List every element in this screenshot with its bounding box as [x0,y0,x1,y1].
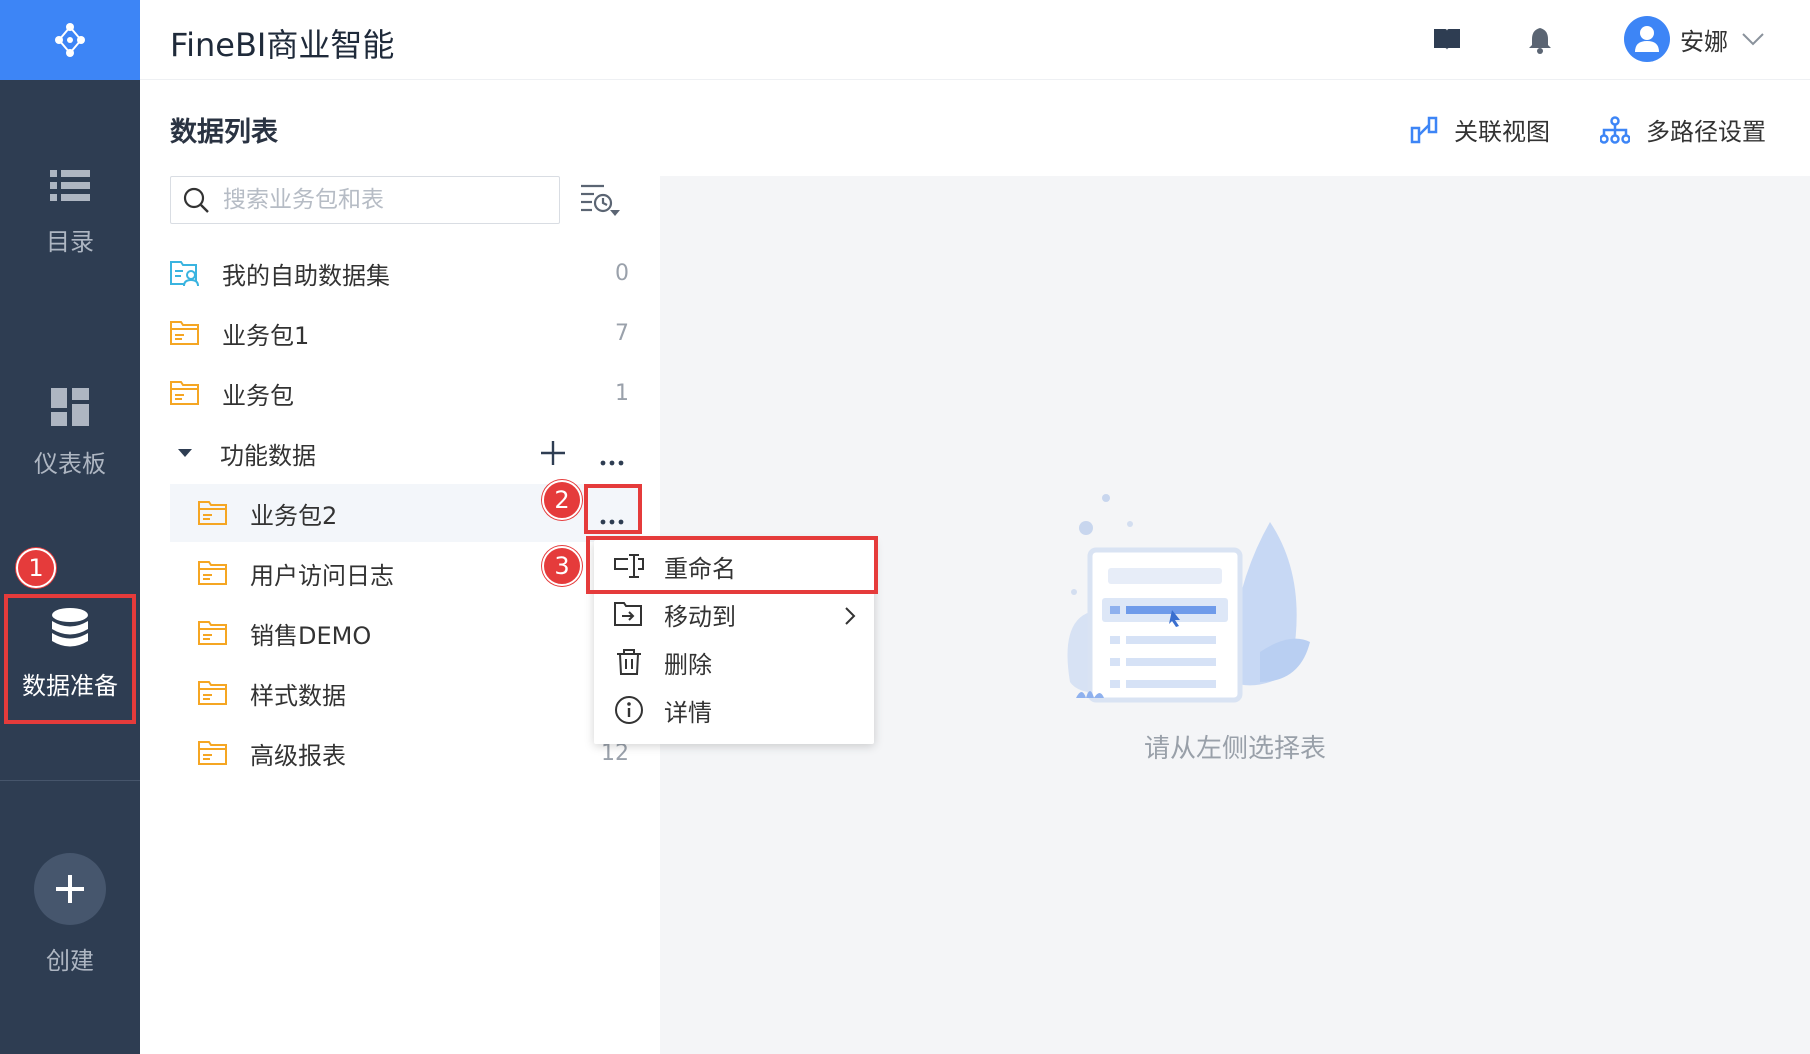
relation-view-button[interactable]: 关联视图 [1410,112,1550,147]
chevron-down-icon [1742,33,1764,46]
multipath-settings-button[interactable]: 多路径设置 [1600,112,1766,147]
list-item[interactable]: 样式数据 [170,664,640,722]
folder-icon [198,500,228,526]
list-item-name: 样式数据 [250,681,346,710]
annotation-box-more [584,484,642,534]
empty-state-illustration [1030,492,1330,716]
list-item-count: 0 [615,260,629,286]
list-icon [50,170,90,201]
search-input[interactable] [223,187,543,213]
annotation-box-data-prep [4,594,136,724]
search-icon [183,187,209,213]
menu-item-label: 删除 [664,650,712,679]
list-item[interactable]: 业务包 1 [170,364,640,422]
dashboard-icon [51,388,89,426]
list-item-name: 业务包1 [222,321,310,350]
nav-item-create[interactable]: 创建 [0,853,140,976]
folder-icon [198,680,228,706]
nav-item-catalog[interactable]: 目录 [0,168,140,257]
logo[interactable] [0,0,140,80]
user-menu[interactable]: 安娜 [1624,16,1764,62]
nav-label: 目录 [46,228,94,256]
list-item-name: 业务包2 [250,501,338,530]
folder-icon [198,620,228,646]
create-button[interactable] [34,853,106,925]
avatar [1624,16,1670,62]
nav-label: 仪表板 [34,450,106,478]
help-book-icon[interactable] [1432,26,1462,56]
menu-item-move-to[interactable]: 移动到 [594,590,874,638]
info-icon [615,696,643,724]
list-item[interactable]: 我的自助数据集 0 [170,244,640,302]
folder-icon [170,320,200,346]
list-item[interactable]: 高级报表 12 [170,724,640,782]
list-item-name: 业务包 [222,381,294,410]
user-name: 安娜 [1680,27,1728,56]
multipath-settings-label: 多路径设置 [1646,118,1766,146]
search-box [170,176,560,224]
menu-item-details[interactable]: 详情 [594,686,874,734]
bell-icon[interactable] [1528,26,1552,58]
menu-item-delete[interactable]: 删除 [594,638,874,686]
relation-view-label: 关联视图 [1454,118,1550,146]
nav-label: 创建 [46,947,94,975]
nav-item-dashboard[interactable]: 仪表板 [0,388,140,479]
folder-icon [198,740,228,766]
annotation-box-rename [586,536,878,594]
folder-icon [198,560,228,586]
user-icon [1635,26,1659,52]
relation-view-icon [1410,116,1438,143]
plus-icon [56,875,84,903]
list-item-count: 7 [615,320,629,346]
list-item-name: 销售DEMO [250,621,372,650]
group-name: 功能数据 [220,441,316,470]
add-icon[interactable] [540,440,566,470]
list-item[interactable]: 销售DEMO [170,604,640,662]
page-title: 数据列表 [170,117,278,148]
group-row[interactable]: 功能数据 [170,424,640,482]
list-item-count: 1 [615,380,629,406]
app-title: FineBI商业智能 [170,26,395,64]
list-item-name: 用户访问日志 [250,561,394,590]
move-to-icon [614,602,642,626]
list-item-count: 12 [601,740,629,766]
folder-icon [170,380,200,406]
annotation-badge-1: 1 [16,548,56,588]
group-more-icon[interactable] [600,451,624,470]
list-item[interactable]: 业务包1 7 [170,304,640,362]
sort-time-icon [581,184,620,216]
left-nav: 目录 仪表板 数据准备 创建 [0,0,140,1054]
sort-by-time-button[interactable] [580,182,622,222]
self-dataset-folder-icon [170,260,200,286]
list-item-name: 我的自助数据集 [222,261,390,290]
chevron-right-icon [845,607,856,625]
top-header: FineBI商业智能 安娜 [140,0,1810,80]
nav-divider [0,780,140,781]
menu-item-label: 移动到 [664,602,736,631]
menu-item-label: 详情 [664,698,712,727]
list-item-name: 高级报表 [250,741,346,770]
annotation-badge-2: 2 [542,480,582,520]
annotation-badge-3: 3 [542,546,582,586]
hierarchy-icon [1600,115,1630,144]
finebi-logo-icon [55,23,85,57]
caret-down-icon[interactable] [170,440,200,466]
trash-icon [617,649,641,675]
